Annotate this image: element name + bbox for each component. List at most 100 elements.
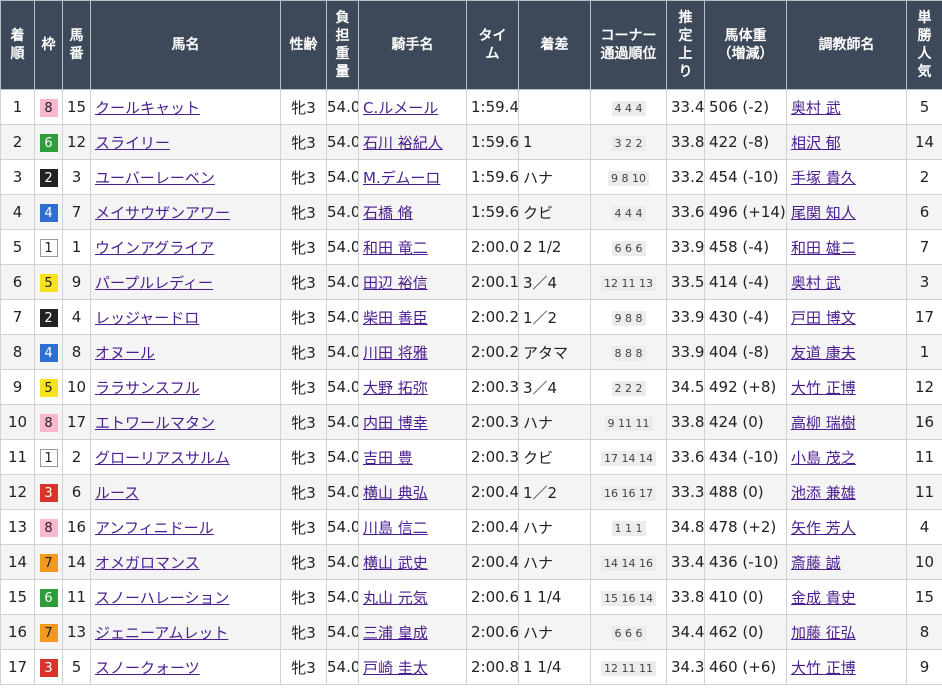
horse-name-link[interactable]: アンフィニドール	[95, 519, 214, 537]
horse-name-link[interactable]: エトワールマタン	[95, 414, 215, 432]
finish-cell: 15	[0, 579, 35, 615]
popularity-cell: 8	[906, 614, 942, 650]
header-jockey[interactable]: 騎手名	[358, 0, 467, 90]
corner-cell: 2 2 2	[590, 369, 667, 405]
header-label-line: タイ	[478, 28, 507, 44]
jockey-link[interactable]: M.デムーロ	[363, 169, 440, 187]
jockey-link[interactable]: 石川 裕紀人	[363, 134, 443, 152]
corner-positions: 9 8 8	[611, 311, 646, 326]
trainer-link[interactable]: 奥村 武	[791, 99, 841, 117]
margin-text: ハナ	[523, 518, 554, 537]
header-horse-name[interactable]: 馬名	[90, 0, 281, 90]
header-trainer[interactable]: 調教師名	[786, 0, 907, 90]
trainer-link[interactable]: 大竹 正博	[791, 379, 856, 397]
time-cell: 2:00.6	[466, 579, 519, 615]
finish-cell: 1	[0, 89, 35, 125]
header-waku[interactable]: 枠	[34, 0, 63, 90]
jockey-link[interactable]: 柴田 善臣	[363, 309, 428, 327]
last3f-text: 33.6	[671, 448, 705, 466]
last3f-text: 34.4	[671, 623, 705, 641]
header-weight[interactable]: 負担重量	[326, 0, 359, 90]
horse-name-link[interactable]: スライリー	[95, 134, 170, 152]
finish-cell: 5	[0, 229, 35, 265]
horse-name-cell: オヌール	[90, 334, 281, 370]
trainer-link[interactable]: 高柳 瑞樹	[791, 414, 856, 432]
trainer-link[interactable]: 金成 貴史	[791, 589, 856, 607]
jockey-cell: 大野 拓弥	[358, 369, 467, 405]
jockey-link[interactable]: 三浦 皇成	[363, 624, 428, 642]
horse-name-cell: パープルレディー	[90, 264, 281, 300]
jockey-link[interactable]: C.ルメール	[363, 99, 438, 117]
finish-cell: 3	[0, 159, 35, 195]
body-weight-cell: 462 (0)	[704, 614, 787, 650]
corner-positions: 4 4 4	[611, 101, 646, 116]
jockey-link[interactable]: 横山 典弘	[363, 484, 428, 502]
jockey-link[interactable]: 内田 博幸	[363, 414, 428, 432]
header-last3f[interactable]: 推定上り	[666, 0, 705, 90]
horse-name-link[interactable]: ルース	[95, 484, 139, 502]
jockey-link[interactable]: 石橋 脩	[363, 204, 413, 222]
horse-name-link[interactable]: レッジャードロ	[95, 309, 199, 327]
table-row: 6 5 9 パープルレディー 牝3 54.0 田辺 裕信 2:00.1 3／4 12 11 13 3…	[0, 264, 942, 300]
jockey-link[interactable]: 丸山 元気	[363, 589, 428, 607]
horse-name-link[interactable]: スノーハレーション	[95, 589, 229, 607]
trainer-link[interactable]: 尾関 知人	[791, 204, 856, 222]
jockey-link[interactable]: 和田 竜二	[363, 239, 428, 257]
horse-name-link[interactable]: メイサウザンアワー	[95, 204, 230, 222]
finish-text: 17	[7, 658, 28, 676]
horse-name-link[interactable]: パープルレディー	[95, 274, 213, 292]
body-weight-cell: 460 (+6)	[704, 649, 787, 685]
trainer-link[interactable]: 矢作 芳人	[791, 519, 856, 537]
horse-name-link[interactable]: スノークォーツ	[95, 659, 200, 677]
header-margin[interactable]: 着差	[518, 0, 591, 90]
body-weight-text: 404 (-8)	[709, 343, 770, 361]
header-corner[interactable]: コーナー 通過順位	[590, 0, 667, 90]
jockey-link[interactable]: 川島 信二	[363, 519, 428, 537]
trainer-link[interactable]: 小島 茂之	[791, 449, 856, 467]
jockey-link[interactable]: 吉田 豊	[363, 449, 413, 467]
trainer-link[interactable]: 奥村 武	[791, 274, 841, 292]
header-body-weight[interactable]: 馬体重 （増減）	[704, 0, 787, 90]
header-popularity[interactable]: 単勝人気	[906, 0, 942, 90]
header-label-line: 性齢	[289, 37, 318, 53]
header-sex-age[interactable]: 性齢	[280, 0, 327, 90]
header-label-line: （増減）	[717, 46, 774, 62]
trainer-link[interactable]: 加藤 征弘	[791, 624, 856, 642]
horse-name-link[interactable]: ジェニーアムレット	[95, 624, 228, 642]
trainer-link[interactable]: 手塚 貴久	[791, 169, 856, 187]
jockey-link[interactable]: 横山 武史	[363, 554, 428, 572]
jockey-link[interactable]: 戸崎 圭太	[363, 659, 428, 677]
horse-name-link[interactable]: グローリアスサルム	[95, 449, 230, 467]
trainer-link[interactable]: 斎藤 誠	[791, 554, 841, 572]
horse-name-link[interactable]: クールキャット	[95, 99, 200, 117]
weight-text: 54.0	[327, 623, 359, 641]
jockey-link[interactable]: 大野 拓弥	[363, 379, 428, 397]
jockey-link[interactable]: 田辺 裕信	[363, 274, 428, 292]
horse-name-link[interactable]: オメガロマンス	[95, 554, 200, 572]
horse-name-link[interactable]: ララサンスフル	[95, 379, 200, 397]
header-label-line: 着差	[540, 37, 569, 53]
trainer-link[interactable]: 相沢 郁	[791, 134, 841, 152]
jockey-link[interactable]: 川田 将雅	[363, 344, 428, 362]
header-label-line: 重	[335, 46, 350, 62]
waku-cell: 7	[34, 544, 63, 580]
header-horse-number[interactable]: 馬番	[62, 0, 91, 90]
trainer-cell: 小島 茂之	[786, 439, 907, 475]
trainer-link[interactable]: 大竹 正博	[791, 659, 856, 677]
last3f-cell: 34.4	[666, 614, 705, 650]
horse-number-cell: 13	[62, 614, 91, 650]
horse-name-cell: レッジャードロ	[90, 299, 281, 335]
header-finish[interactable]: 着順	[0, 0, 35, 90]
trainer-link[interactable]: 和田 雄二	[791, 239, 856, 257]
trainer-link[interactable]: 池添 兼雄	[791, 484, 856, 502]
header-label-line: 騎手名	[391, 37, 434, 53]
horse-name-link[interactable]: ウインアグライア	[95, 239, 214, 257]
waku-badge: 3	[39, 658, 58, 677]
trainer-cell: 奥村 武	[786, 89, 907, 125]
trainer-link[interactable]: 戸田 博文	[791, 309, 856, 327]
horse-name-link[interactable]: ユーバーレーベン	[95, 169, 215, 187]
trainer-link[interactable]: 友道 康夫	[791, 344, 856, 362]
last3f-text: 33.8	[671, 133, 705, 151]
header-time[interactable]: タイム	[466, 0, 519, 90]
horse-name-link[interactable]: オヌール	[95, 344, 155, 362]
